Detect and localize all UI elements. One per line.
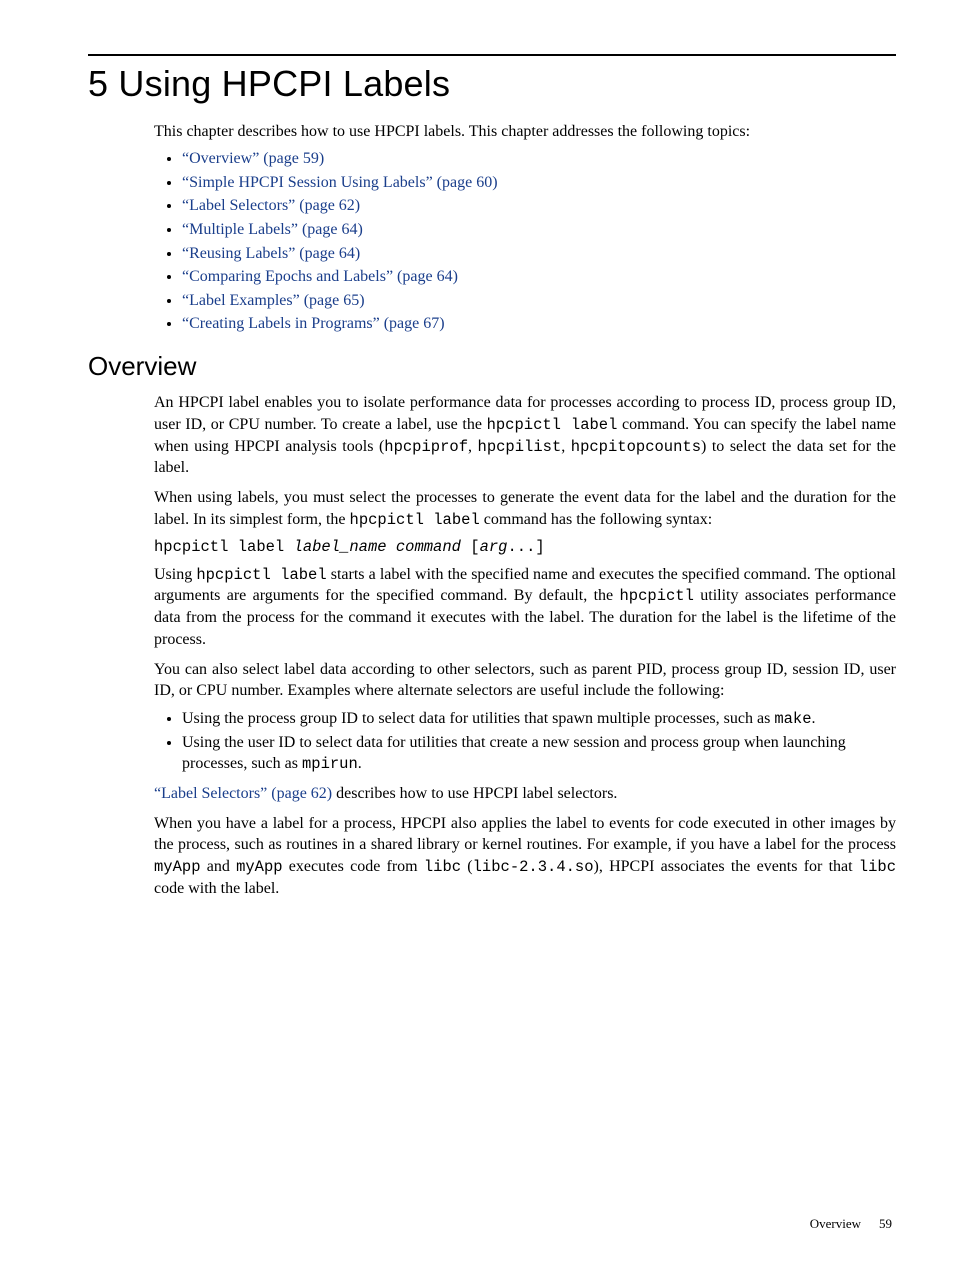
inline-code: myApp (236, 858, 283, 876)
text: hpcpictl label (154, 538, 294, 556)
list-item: Using the user ID to select data for uti… (182, 732, 896, 776)
paragraph: Using hpcpictl label starts a label with… (154, 564, 896, 651)
text: Using the process group ID to select dat… (182, 710, 774, 727)
toc-link-reusing-labels[interactable]: “Reusing Labels” (page 64) (182, 245, 360, 262)
toc-item: “Simple HPCPI Session Using Labels” (pag… (182, 172, 896, 194)
text: code with the label. (154, 880, 279, 897)
toc-link-label-selectors[interactable]: “Label Selectors” (page 62) (182, 197, 360, 214)
link-label-selectors[interactable]: “Label Selectors” (page 62) (154, 785, 332, 802)
paragraph: When using labels, you must select the p… (154, 487, 896, 531)
toc-item: “Label Selectors” (page 62) (182, 195, 896, 217)
toc-link-label-examples[interactable]: “Label Examples” (page 65) (182, 292, 365, 309)
text: and (201, 858, 237, 875)
paragraph: You can also select label data according… (154, 659, 896, 702)
paragraph: An HPCPI label enables you to isolate pe… (154, 392, 896, 479)
footer-page-number: 59 (879, 1216, 892, 1231)
page-footer: Overview 59 (810, 1215, 892, 1233)
toc-item: “Creating Labels in Programs” (page 67) (182, 313, 896, 335)
list-item: Using the process group ID to select dat… (182, 708, 896, 730)
toc-link-creating-labels[interactable]: “Creating Labels in Programs” (page 67) (182, 315, 445, 332)
inline-code: libc (859, 858, 896, 876)
page: 5 Using HPCPI Labels This chapter descri… (0, 0, 954, 1271)
text: Using (154, 566, 196, 583)
toc-item: “Overview” (page 59) (182, 148, 896, 170)
toc-item: “Label Examples” (page 65) (182, 290, 896, 312)
inline-code: hpcpictl label (487, 416, 618, 434)
inline-code: mpirun (302, 755, 358, 773)
chapter-title: 5 Using HPCPI Labels (88, 60, 896, 109)
text: ( (461, 858, 473, 875)
text: . (358, 755, 362, 772)
toc-link-simple-session[interactable]: “Simple HPCPI Session Using Labels” (pag… (182, 174, 498, 191)
toc-link-overview[interactable]: “Overview” (page 59) (182, 150, 324, 167)
text: When you have a label for a process, HPC… (154, 815, 896, 854)
inline-code: hpcpiprof (384, 438, 468, 456)
paragraph: “Label Selectors” (page 62) describes ho… (154, 783, 896, 805)
top-rule (88, 54, 896, 56)
toc-link-multiple-labels[interactable]: “Multiple Labels” (page 64) (182, 221, 363, 238)
inline-code: hpcpictl (619, 587, 693, 605)
inline-code: libc-2.3.4.so (473, 858, 594, 876)
inline-code: libc (424, 858, 461, 876)
text: describes how to use HPCPI label selecto… (332, 785, 617, 802)
toc-item: “Reusing Labels” (page 64) (182, 243, 896, 265)
text: ), HPCPI associates the events for that (594, 858, 859, 875)
toc-item: “Multiple Labels” (page 64) (182, 219, 896, 241)
command-arg: label_name command (294, 538, 461, 556)
bullet-list: Using the process group ID to select dat… (154, 708, 896, 775)
command-arg: arg (480, 538, 508, 556)
paragraph: When you have a label for a process, HPC… (154, 813, 896, 900)
inline-code: make (774, 710, 811, 728)
text: . (812, 710, 816, 727)
body-column: This chapter describes how to use HPCPI … (154, 121, 896, 900)
intro-paragraph: This chapter describes how to use HPCPI … (154, 121, 896, 143)
footer-section: Overview (810, 1216, 861, 1231)
inline-code: hpcpictl label (350, 511, 480, 529)
inline-code: hpcpitopcounts (571, 438, 701, 456)
text: , (561, 438, 571, 455)
toc-link-comparing-epochs[interactable]: “Comparing Epochs and Labels” (page 64) (182, 268, 458, 285)
text: ...] (507, 538, 544, 556)
inline-code: hpcpilist (478, 438, 562, 456)
inline-code: hpcpictl label (196, 566, 326, 584)
command-syntax: hpcpictl label label_name command [arg..… (154, 537, 896, 558)
text: executes code from (283, 858, 424, 875)
toc-item: “Comparing Epochs and Labels” (page 64) (182, 266, 896, 288)
text: Using the user ID to select data for uti… (182, 734, 846, 773)
toc-list: “Overview” (page 59) “Simple HPCPI Sessi… (154, 148, 896, 335)
text: , (468, 438, 478, 455)
text: command has the following syntax: (480, 511, 712, 528)
inline-code: myApp (154, 858, 201, 876)
section-heading-overview: Overview (88, 349, 896, 384)
text: [ (461, 538, 480, 556)
